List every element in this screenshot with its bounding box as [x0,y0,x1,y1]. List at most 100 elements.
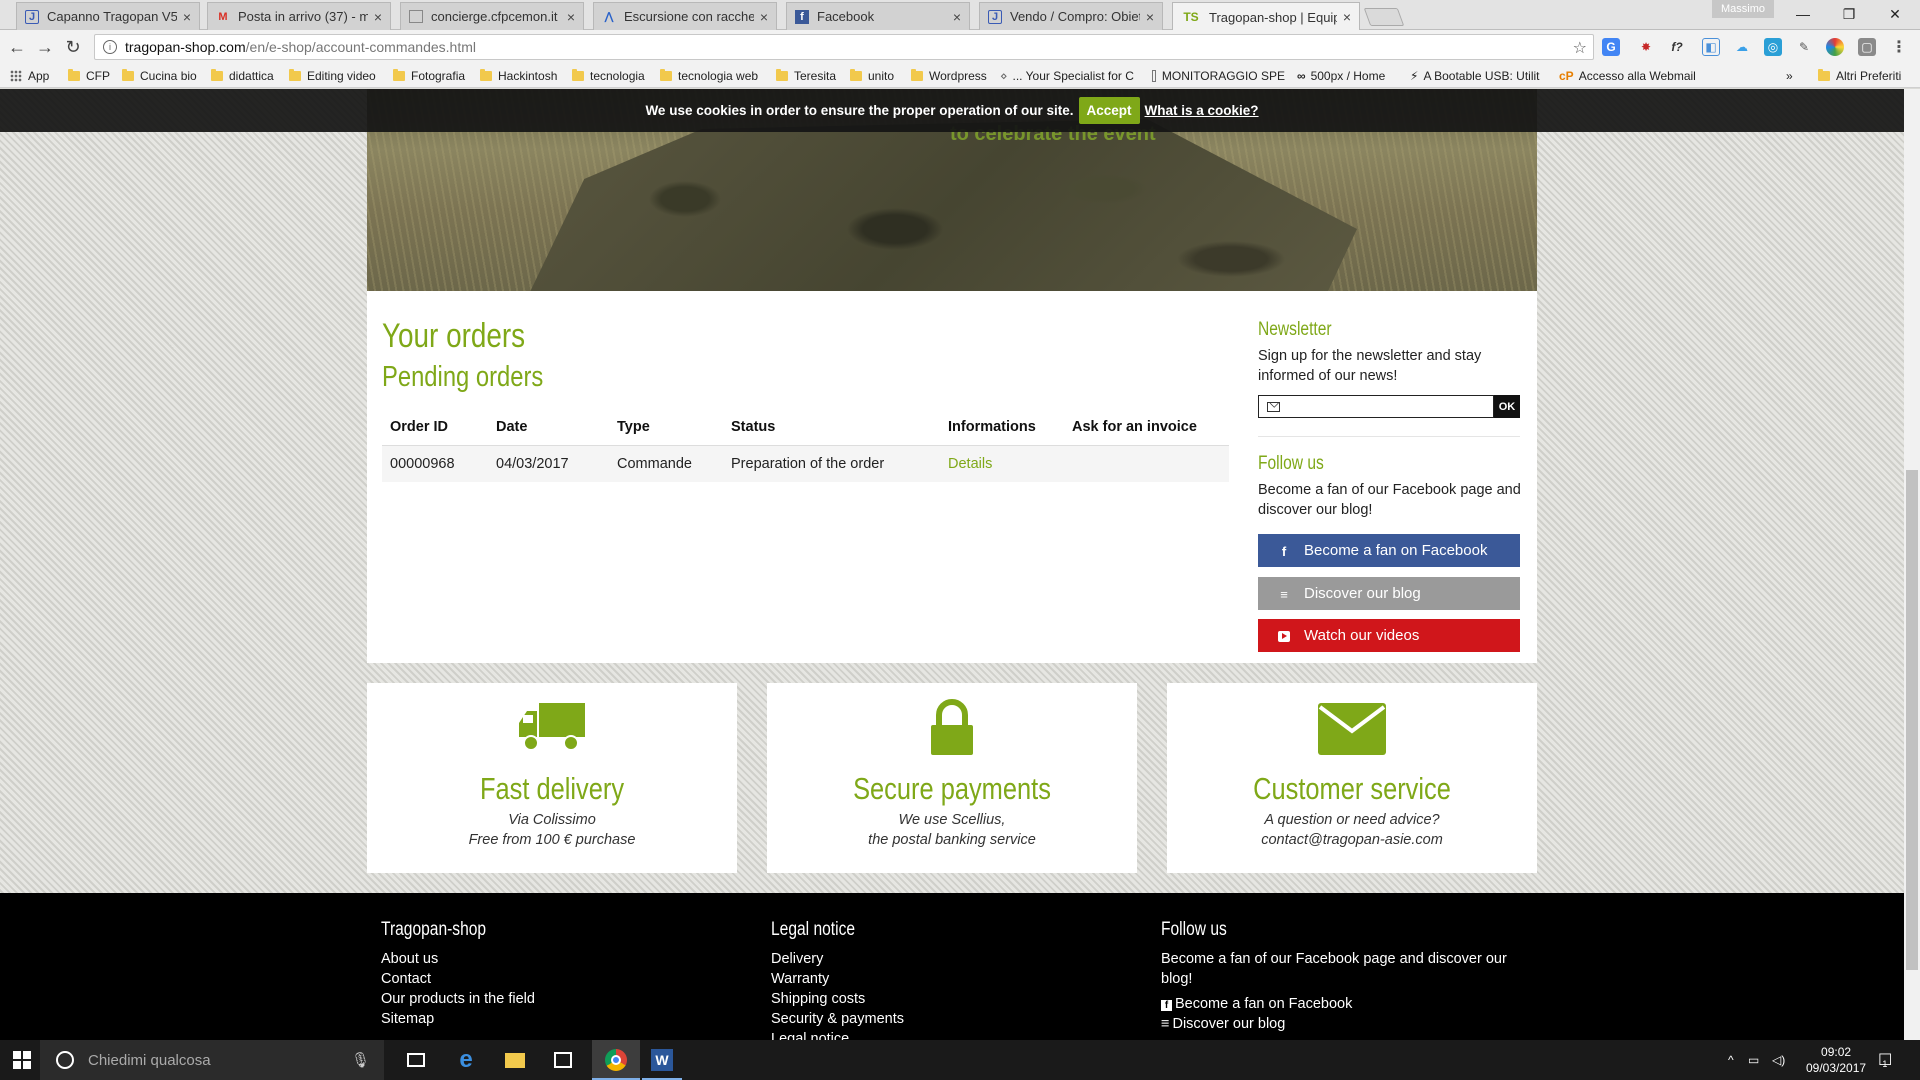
tab-gmail[interactable]: M Posta in arrivo (37) - mar × [207,2,391,30]
eyedropper-extension-icon[interactable]: ✎ [1795,38,1813,56]
bookmark-star-icon[interactable]: ☆ [1573,38,1587,58]
column-header: Status [723,413,940,446]
order-details-link[interactable]: Details [940,445,1064,482]
word-taskbar-button[interactable]: W [642,1040,682,1080]
footer-link[interactable]: Delivery [771,949,904,969]
close-icon[interactable]: × [374,9,382,25]
tab-concierge[interactable]: concierge.cfpcemon.it × [400,2,584,30]
footer-facebook-link[interactable]: f Become a fan on Facebook [1161,994,1541,1014]
truck-icon [517,699,587,758]
color-extension-icon[interactable] [1826,38,1844,56]
clock[interactable]: 09:02 09/03/2017 [1806,1040,1866,1080]
bookmark-folder[interactable]: Teresita [776,68,836,84]
videos-button[interactable]: Watch our videos [1258,619,1520,652]
footer-link[interactable]: Security & payments [771,1009,904,1029]
extension-icon[interactable]: ▢ [1858,38,1876,56]
feature-customer-service: Customer service A question or need advi… [1167,683,1537,873]
footer-link[interactable]: Warranty [771,969,904,989]
back-icon[interactable]: ← [6,36,28,58]
forward-icon[interactable]: → [34,36,56,58]
bookmark-folder[interactable]: Wordpress [911,68,987,84]
close-icon[interactable]: × [953,9,961,25]
cookie-accept-button[interactable]: Accept [1078,97,1140,124]
info-icon[interactable]: i [103,40,117,54]
window-close-icon[interactable]: ✕ [1872,0,1918,28]
section-title: Pending orders [382,361,544,393]
footer-link[interactable]: Our products in the field [381,989,535,1009]
minimize-icon[interactable]: — [1780,0,1826,28]
bookmark-folder[interactable]: didattica [211,68,274,84]
extension-icon[interactable]: ◧ [1702,38,1720,56]
feature-line: A question or need advice? [1264,812,1440,828]
tab-facebook[interactable]: f Facebook × [786,2,970,30]
bookmark-folder[interactable]: Fotografia [393,68,465,84]
footer-link[interactable]: Shipping costs [771,989,904,1009]
scrollbar-thumb[interactable] [1906,470,1918,970]
new-tab-button[interactable] [1363,8,1405,26]
footer-link[interactable]: About us [381,949,535,969]
footer-blog-link[interactable]: ≡ Discover our blog [1161,1014,1541,1034]
store-icon[interactable] [551,1048,575,1072]
bookmark-folder[interactable]: Editing video [289,68,376,84]
volume-icon[interactable]: ◁) [1772,1040,1785,1080]
footer-link[interactable]: Contact [381,969,535,989]
cortana-search-box[interactable]: Chiedimi qualcosa 🎙 [40,1040,384,1080]
main-content: Your orders Pending orders Order ID Date… [367,291,1537,663]
menu-icon[interactable]: ⋮ [1890,38,1908,56]
profile-badge[interactable]: Massimo [1712,0,1774,18]
close-icon[interactable]: × [1343,9,1351,25]
close-icon[interactable]: × [567,9,575,25]
microphone-icon[interactable]: 🎙 [351,1051,370,1069]
close-icon[interactable]: × [1146,9,1154,25]
bookmark-folder-other[interactable]: Altri Preferiti [1818,68,1901,84]
bookmark-folder[interactable]: tecnologia web [660,68,758,84]
cookie-info-link[interactable]: What is a cookie? [1145,103,1259,118]
tray-chevron-icon[interactable]: ^ [1728,1040,1734,1080]
feature-line: the postal banking service [868,832,1036,848]
bookmark-link[interactable]: ⚡ A Bootable USB: Utilit [1410,68,1555,84]
footer-link[interactable]: Sitemap [381,1009,535,1029]
bookmark-link[interactable]: cP Accesso alla Webmail [1559,68,1695,84]
facebook-fan-button[interactable]: f Become a fan on Facebook [1258,534,1520,567]
task-view-icon[interactable] [404,1048,428,1072]
contact-email[interactable]: contact@tragopan-asie.com [1167,832,1537,848]
cookie-message: We use cookies in order to ensure the pr… [645,103,1074,118]
address-bar[interactable]: i tragopan-shop.com/en/e-shop/account-co… [94,34,1594,60]
tab-vendo[interactable]: J Vendo / Compro: Obiett × [979,2,1163,30]
restore-icon[interactable]: ❐ [1826,0,1872,28]
network-icon[interactable]: ▭ [1748,1040,1759,1080]
page-title: Your orders [382,317,526,355]
extension-icon[interactable]: ◎ [1764,38,1782,56]
font-extension-icon[interactable]: f? [1668,38,1686,56]
close-icon[interactable]: × [760,9,768,25]
reload-icon[interactable]: ↻ [62,36,84,58]
footer-column-shop: Tragopan-shop About us Contact Our produ… [381,919,535,1029]
bookmark-folder[interactable]: unito [850,68,894,84]
newsletter-email-input[interactable] [1258,395,1494,418]
bookmark-folder[interactable]: tecnologia [572,68,645,84]
newsletter-ok-button[interactable]: OK [1494,395,1520,418]
chrome-taskbar-button[interactable] [592,1040,640,1080]
footer-heading: Legal notice [771,919,856,940]
close-icon[interactable]: × [183,9,191,25]
bookmark-link[interactable]: ⋄... Your Specialist for C [1000,68,1148,84]
bookmark-link[interactable]: ∞ 500px / Home [1297,68,1385,84]
bookmark-apps[interactable]: App [10,68,49,84]
tab-tragopan[interactable]: TS Tragopan-shop | Equipm × [1172,2,1360,31]
tab-escursione[interactable]: ⋀ Escursione con racchette × [593,2,777,30]
translate-extension-icon[interactable]: G [1602,38,1620,56]
tab-capanno[interactable]: J Capanno Tragopan V5, p × [16,2,200,30]
bookmark-folder[interactable]: Cucina bio [122,68,197,84]
bookmark-folder[interactable]: CFP [68,68,110,84]
cloud-extension-icon[interactable]: ☁ [1733,38,1751,56]
bookmark-link[interactable]: MONITORAGGIO SPE [1152,68,1285,84]
blog-button[interactable]: ≡ Discover our blog [1258,577,1520,610]
edge-icon[interactable]: e [454,1046,478,1073]
notification-center-icon[interactable]: ☐ 1 [1878,1040,1892,1080]
feature-title: Customer service [1253,771,1451,806]
windows-start-icon[interactable] [10,1048,34,1072]
bookmarks-overflow-button[interactable]: » [1786,68,1793,84]
file-explorer-icon[interactable] [503,1048,527,1072]
extension-icon[interactable]: ✸ [1637,38,1655,56]
bookmark-folder[interactable]: Hackintosh [480,68,557,84]
